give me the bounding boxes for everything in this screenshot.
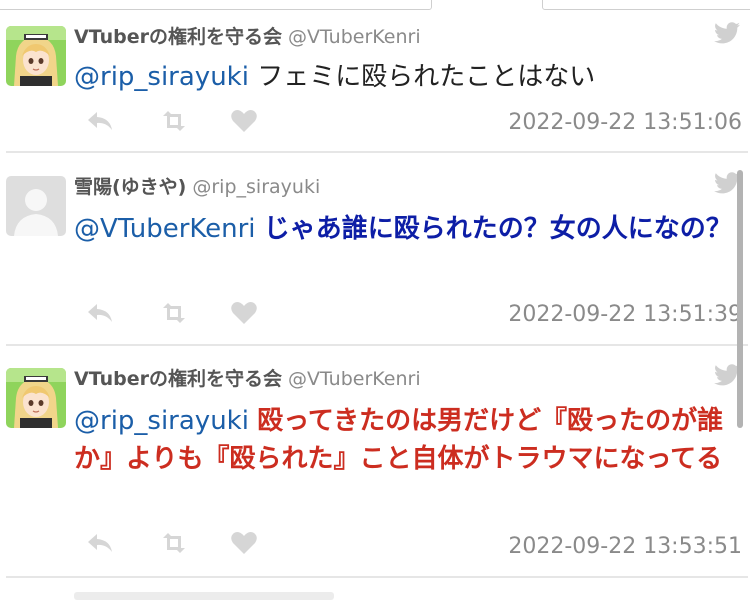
avatar[interactable]	[6, 176, 66, 236]
heart-icon[interactable]	[230, 108, 258, 138]
avatar[interactable]	[6, 368, 66, 428]
reply-icon[interactable]	[86, 530, 114, 560]
handle[interactable]: @VTuberKenri	[288, 368, 421, 390]
timestamp[interactable]: 2022-09-22 13:53:51	[508, 534, 742, 559]
retweet-icon[interactable]	[160, 530, 188, 560]
tweet-text: @rip_sirayuki フェミに殴られたことはない	[74, 58, 740, 96]
tweet-message: じゃあ誰に殴られたの？女の人になの？	[263, 214, 732, 244]
next-tweet-partial	[74, 592, 334, 600]
handle[interactable]: @VTuberKenri	[288, 26, 421, 48]
heart-icon[interactable]	[230, 530, 258, 560]
divider	[6, 576, 748, 578]
mention-link[interactable]: @rip_sirayuki	[74, 62, 249, 92]
display-name[interactable]: 雪陽(ゆきや)	[74, 176, 186, 198]
heart-icon[interactable]	[230, 300, 258, 330]
timestamp[interactable]: 2022-09-22 13:51:06	[508, 110, 742, 135]
handle[interactable]: @rip_sirayuki	[192, 176, 320, 198]
tweet-1[interactable]: VTuberの権利を守る会 @VTuberKenri @rip_sirayuki …	[0, 0, 750, 152]
tweet-3[interactable]: VTuberの権利を守る会 @VTuberKenri @rip_sirayuki …	[0, 346, 750, 576]
scrollbar[interactable]	[737, 170, 743, 428]
tweet-text: @VTuberKenri じゃあ誰に殴られたの？女の人になの？	[74, 210, 740, 248]
mention-link[interactable]: @VTuberKenri	[74, 214, 256, 244]
tweet-message: フェミに殴られたことはない	[257, 62, 596, 92]
divider	[6, 151, 748, 153]
reply-icon[interactable]	[86, 300, 114, 330]
retweet-icon[interactable]	[160, 300, 188, 330]
timestamp[interactable]: 2022-09-22 13:51:39	[508, 302, 742, 327]
tweet-text: @rip_sirayuki 殴ってきたのは男だけど『殴ったのが誰か』よりも『殴ら…	[74, 402, 740, 478]
avatar[interactable]	[6, 26, 66, 86]
display-name[interactable]: VTuberの権利を守る会	[74, 368, 282, 390]
display-name[interactable]: VTuberの権利を守る会	[74, 26, 282, 48]
mention-link[interactable]: @rip_sirayuki	[74, 406, 249, 436]
twitter-bird-icon	[714, 22, 740, 44]
reply-icon[interactable]	[86, 108, 114, 138]
retweet-icon[interactable]	[160, 108, 188, 138]
tweet-2[interactable]: 雪陽(ゆきや) @rip_sirayuki @VTuberKenri じゃあ誰に殴…	[0, 154, 750, 344]
